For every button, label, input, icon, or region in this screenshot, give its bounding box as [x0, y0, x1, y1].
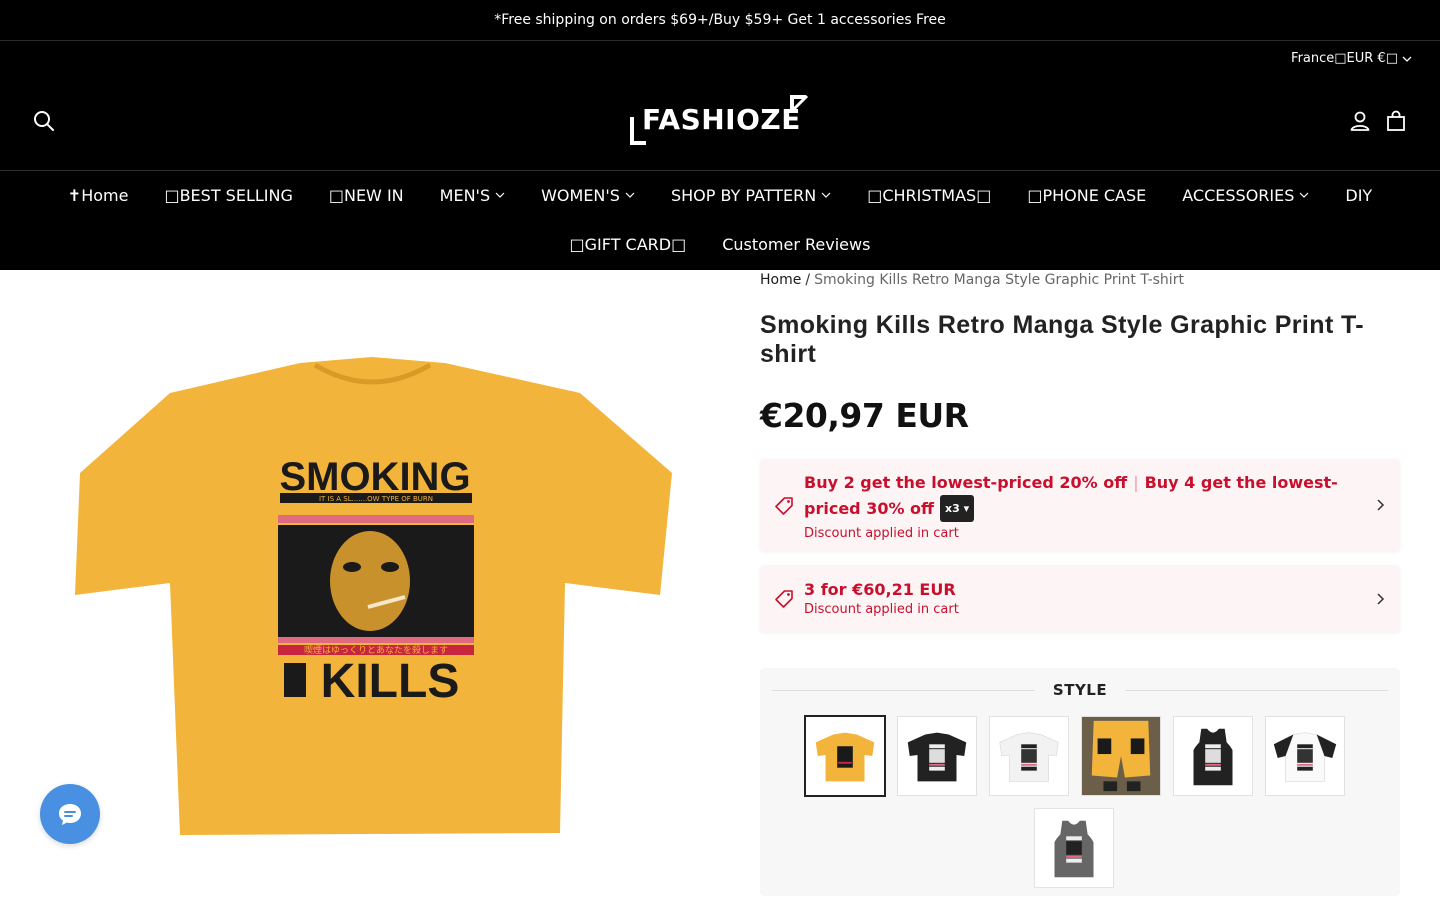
breadcrumb-current: Smoking Kills Retro Manga Style Graphic … [814, 272, 1184, 288]
nav-item-accessories[interactable]: ACCESSORIES [1182, 186, 1309, 205]
nav-item-customer-reviews[interactable]: Customer Reviews [722, 235, 870, 254]
announcement-text: *Free shipping on orders $69+/Buy $59+ G… [494, 12, 946, 28]
promo-note: Discount applied in cart [804, 602, 959, 617]
nav-item-label: ACCESSORIES [1182, 185, 1295, 205]
nav-item-best-selling[interactable]: □BEST SELLING [164, 186, 292, 205]
cart-icon[interactable] [1384, 109, 1408, 133]
shirt-print-bottom: KILLS [321, 655, 460, 708]
promo-offer-1: Buy 2 get the lowest-priced 20% off [804, 473, 1128, 492]
nav-item-shop-by-pattern[interactable]: SHOP BY PATTERN [671, 186, 831, 205]
product-title: Smoking Kills Retro Manga Style Graphic … [760, 311, 1365, 368]
promo-separator: | [1133, 473, 1139, 492]
nav-item-home[interactable]: ✝Home [68, 186, 129, 205]
shirt-print-tagline: IT IS A SL.......OW TYPE OF BURN [319, 495, 433, 503]
tag-icon [775, 590, 793, 608]
nav-item-label: SHOP BY PATTERN [670, 185, 817, 205]
nav-divider [0, 170, 1440, 171]
nav-item-diy[interactable]: DIY [1345, 186, 1372, 205]
style-swatch-yellow-tee[interactable] [804, 715, 886, 797]
chevron-down-icon [1402, 56, 1412, 62]
nav-item-label: □CHRISTMAS□ [867, 185, 992, 205]
nav-item-label: MEN'S [439, 185, 491, 205]
nav-item-label: WOMEN'S [541, 185, 620, 205]
logo-text: FASHIOZE [642, 103, 801, 136]
nav-item-new-in[interactable]: □NEW IN [329, 186, 404, 205]
tag-icon [775, 497, 793, 515]
style-heading-label: STYLE [1052, 681, 1108, 699]
shirt-print-top: SMOKING [279, 455, 470, 499]
nav-item-gift-card[interactable]: □GIFT CARD□ [570, 235, 687, 254]
currency-selector[interactable]: France□EUR €□ [1291, 51, 1412, 66]
promo-volume-discount[interactable]: Buy 2 get the lowest-priced 20% off | Buy … [760, 459, 1400, 551]
nav-item-christmas[interactable]: □CHRISTMAS□ [867, 186, 991, 205]
chevron-right-icon [1377, 499, 1385, 511]
logo[interactable]: FASHIOZE [628, 93, 814, 147]
breadcrumb-home[interactable]: Home [760, 272, 801, 288]
nav-item-label: □PHONE CASE [1027, 185, 1147, 205]
nav-item-womens[interactable]: WOMEN'S [541, 186, 635, 205]
announcement-bar: *Free shipping on orders $69+/Buy $59+ G… [0, 0, 1440, 41]
breadcrumb-separator: / [805, 272, 811, 288]
promo-qty-label: x3 [945, 502, 960, 515]
chat-bubble-icon [59, 804, 81, 825]
chevron-down-icon [625, 192, 635, 198]
site-header: France□EUR €□ FASHIOZE ✝Home □BEST SELLI… [0, 41, 1440, 270]
style-swatch-black-tank[interactable] [1173, 716, 1253, 796]
nav-item-label: □NEW IN [328, 185, 404, 205]
style-selector: STYLE [760, 668, 1400, 896]
account-icon[interactable] [1348, 109, 1372, 133]
breadcrumb: Home / Smoking Kills Retro Manga Style Gra… [760, 272, 1184, 288]
promo-bundle[interactable]: 3 for €60,21 EUR Discount applied in car… [760, 565, 1400, 632]
nav-item-label: DIY [1345, 185, 1373, 205]
nav-item-mens[interactable]: MEN'S [440, 186, 505, 205]
style-swatch-black-tee[interactable] [897, 716, 977, 796]
nav-item-label: □BEST SELLING [164, 185, 293, 205]
product-main-image[interactable]: SMOKING IT IS A SL.......OW TYPE OF BURN… [60, 345, 690, 845]
chevron-down-icon [495, 192, 505, 198]
chevron-down-icon [821, 192, 831, 198]
style-swatch-raglan-tee[interactable] [1265, 716, 1345, 796]
secondary-nav: □GIFT CARD□ Customer Reviews [0, 230, 1440, 258]
style-swatch-grey-tank[interactable] [1034, 808, 1114, 888]
nav-item-label: □GIFT CARD□ [569, 234, 687, 254]
chat-button[interactable] [40, 784, 100, 844]
promo-qty-badge[interactable]: x3 ▾ [940, 495, 975, 522]
style-swatch-white-tee[interactable] [989, 716, 1069, 796]
style-swatch-yellow-shorts[interactable] [1081, 716, 1161, 796]
nav-item-label: Customer Reviews [722, 234, 871, 254]
style-heading: STYLE [772, 680, 1389, 700]
promo-bundle-offer: 3 for €60,21 EUR [804, 580, 956, 599]
chevron-right-icon [1377, 593, 1385, 605]
nav-item-phone-case[interactable]: □PHONE CASE [1027, 186, 1146, 205]
search-icon[interactable] [32, 109, 56, 133]
currency-label: France□EUR €□ [1291, 51, 1398, 66]
nav-item-label: ✝Home [67, 185, 129, 205]
main-nav: ✝Home □BEST SELLING □NEW IN MEN'S WOMEN'… [0, 181, 1440, 209]
chevron-down-icon [1299, 192, 1309, 198]
product-price: €20,97 EUR [760, 396, 969, 435]
promo-note: Discount applied in cart [804, 526, 959, 541]
